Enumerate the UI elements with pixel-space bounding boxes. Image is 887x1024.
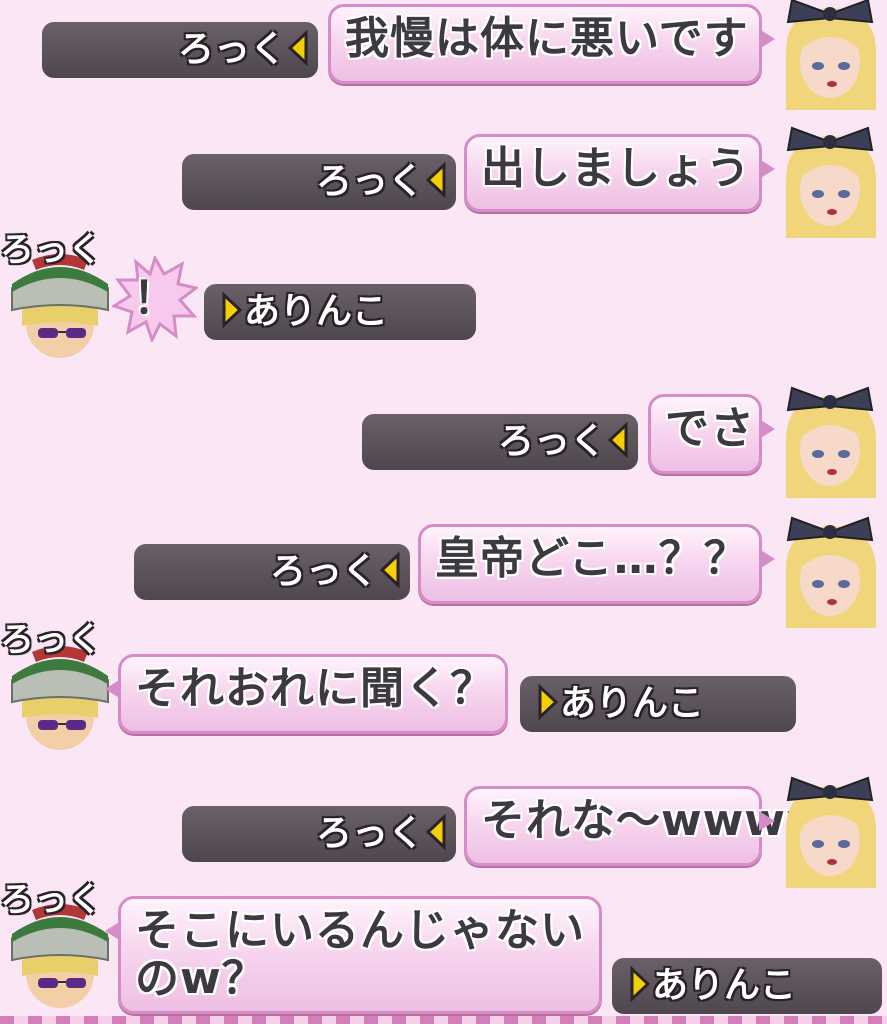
blonde-girl-bow-avatar xyxy=(772,0,887,110)
speaker-name: ありんこ xyxy=(560,683,705,724)
name-plate: ろっく xyxy=(182,806,456,862)
triangle-right-icon xyxy=(220,292,244,328)
blonde-girl-bow-avatar xyxy=(772,510,887,628)
blonde-girl-bow-avatar xyxy=(772,120,887,238)
message-bubble: 皇帝どこ…？？ xyxy=(418,524,775,604)
message-bubble: でさ xyxy=(648,394,775,474)
name-plate: ろっく xyxy=(134,544,410,600)
message-bubble: それな〜wwww xyxy=(464,786,827,866)
message-text: そこにいるんじゃないのw？ xyxy=(135,905,585,1004)
exclamation-burst: ！ xyxy=(110,254,200,344)
speaker-name: ろっく xyxy=(177,29,286,70)
speaker-name: ろっく xyxy=(269,551,378,592)
blonde-girl-bow-avatar xyxy=(772,380,887,498)
triangle-right-icon xyxy=(628,966,652,1002)
triangle-left-icon xyxy=(378,552,402,588)
triangle-right-icon xyxy=(536,684,560,720)
speaker-name: ろっく xyxy=(497,421,606,462)
message-bubble: そこにいるんじゃないのw？ xyxy=(105,896,602,1014)
speaker-label: ろっく xyxy=(0,230,102,270)
name-plate: ろっく xyxy=(362,414,638,470)
message-text: それおれに聞く？ xyxy=(135,663,495,714)
name-plate: ありんこ xyxy=(520,676,796,732)
message-text: 出しましょう xyxy=(481,143,751,194)
speaker-name: ろっく xyxy=(315,813,424,854)
speaker-name: ありんこ xyxy=(244,291,389,332)
name-plate: ろっく xyxy=(182,154,456,210)
message-text: 皇帝どこ…？？ xyxy=(435,533,749,584)
message-bubble: 我慢は体に悪いです xyxy=(328,4,775,84)
speaker-name: ろっく xyxy=(315,161,424,202)
blonde-girl-bow-avatar xyxy=(772,770,887,888)
message-text: でさ xyxy=(665,403,755,454)
triangle-left-icon xyxy=(424,814,448,850)
speaker-name: ありんこ xyxy=(652,965,797,1006)
triangle-left-icon xyxy=(424,162,448,198)
speaker-label: ろっく xyxy=(0,880,102,920)
message-bubble: 出しましょう xyxy=(464,134,775,212)
name-plate: ありんこ xyxy=(204,284,476,340)
speaker-label: ろっく xyxy=(0,620,102,660)
message-text: ！ xyxy=(133,273,177,324)
triangle-left-icon xyxy=(286,30,310,66)
triangle-left-icon xyxy=(606,422,630,458)
name-plate: ろっく xyxy=(42,22,318,78)
bottom-border xyxy=(0,1016,887,1024)
name-plate: ありんこ xyxy=(612,958,882,1014)
message-bubble: それおれに聞く？ xyxy=(105,654,508,734)
message-text: 我慢は体に悪いです xyxy=(345,13,749,64)
